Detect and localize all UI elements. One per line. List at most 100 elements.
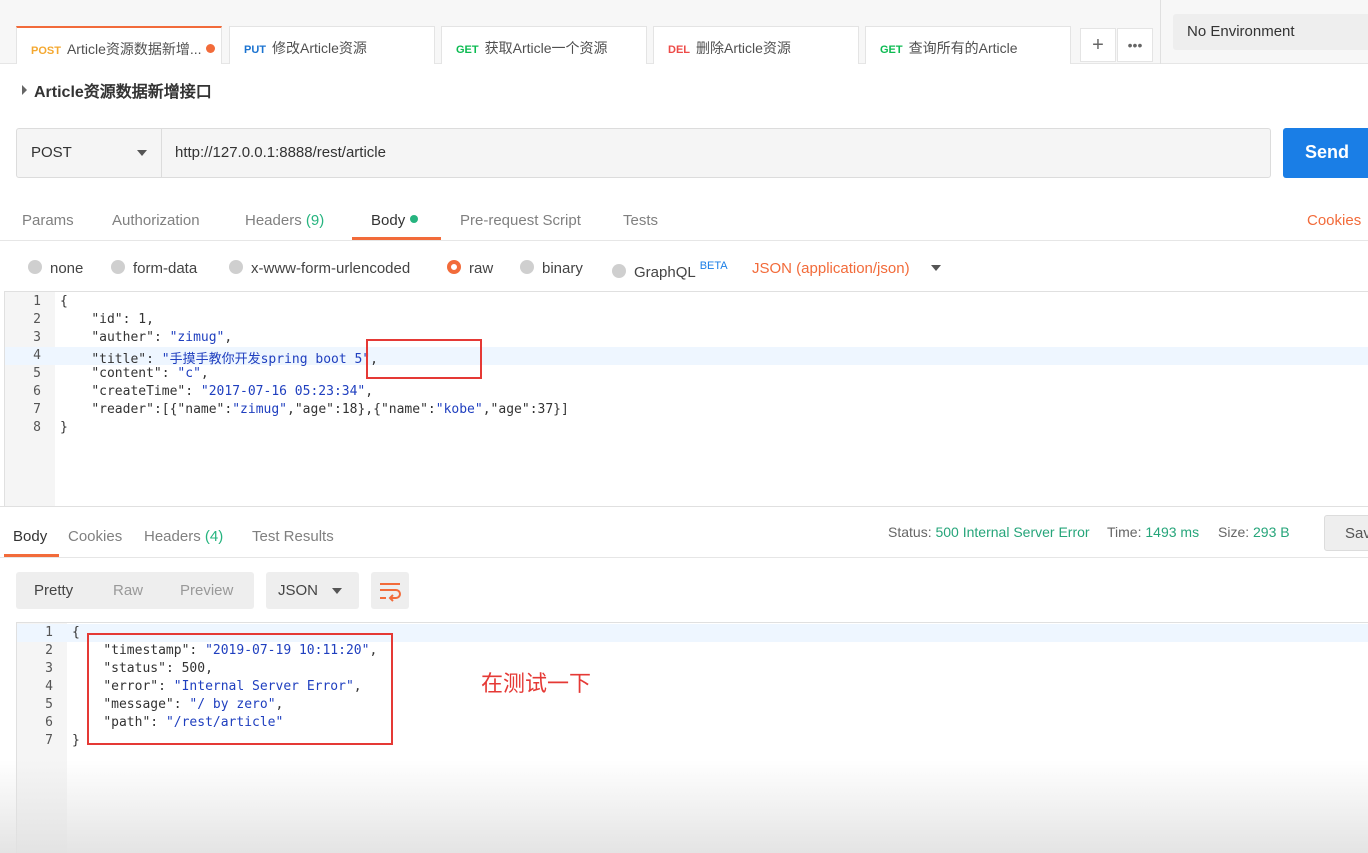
method-badge: GET: [456, 44, 479, 56]
time-label: Time:: [1107, 524, 1142, 540]
save-response-button[interactable]: Sav: [1324, 515, 1368, 551]
line-number: 5: [33, 366, 41, 381]
environment-label: No Environment: [1187, 23, 1295, 40]
content-type-label: JSON (application/json): [752, 260, 910, 277]
size-value: 293 B: [1253, 524, 1290, 540]
url-bar: POST http://127.0.0.1:8888/rest/article: [16, 128, 1271, 178]
tab-label: Article资源数据新增...: [66, 41, 202, 57]
unsaved-dot: [205, 44, 215, 53]
response-tab-cookies[interactable]: Cookies: [68, 528, 122, 545]
line-number: 2: [45, 643, 53, 658]
divider: [0, 557, 1368, 558]
divider: [0, 506, 1368, 507]
radio-graphql[interactable]: GraphQL BETA: [612, 260, 728, 281]
radio-binary[interactable]: binary: [520, 260, 583, 277]
code-line: {: [60, 294, 68, 309]
request-name-text: Article资源数据新增接口: [34, 84, 212, 101]
radio-circle: [520, 260, 534, 274]
tab-body[interactable]: Body: [371, 212, 419, 229]
headers-count: (9): [305, 212, 325, 229]
format-raw[interactable]: Raw: [113, 582, 143, 599]
cookies-link[interactable]: Cookies: [1307, 212, 1361, 229]
radio-label: raw: [469, 260, 494, 277]
line-number: 3: [45, 661, 53, 676]
tab-label: 获取Article一个资源: [484, 40, 608, 56]
divider: [0, 240, 1368, 241]
url-input[interactable]: http://127.0.0.1:8888/rest/article: [175, 144, 386, 161]
tab-authorization[interactable]: Authorization: [112, 212, 200, 229]
more-icon: •••: [1127, 37, 1143, 53]
request-tab-post-article[interactable]: POST Article资源数据新增...: [16, 26, 222, 64]
radio-label: form-data: [133, 260, 198, 277]
method-badge: PUT: [244, 44, 266, 56]
wrap-icon: [380, 583, 401, 602]
line-number: 4: [45, 679, 53, 694]
add-tab-button[interactable]: +: [1080, 28, 1116, 62]
response-language-select[interactable]: JSON: [266, 572, 359, 609]
wrap-lines-button[interactable]: [371, 572, 409, 609]
code-line: "id": 1,: [91, 312, 154, 327]
tab-tests[interactable]: Tests: [623, 212, 658, 229]
line-number: 1: [33, 294, 41, 309]
line-number: 8: [33, 420, 41, 435]
time-readout: Time: 1493 ms: [1107, 524, 1199, 540]
request-name[interactable]: Article资源数据新增接口: [22, 78, 212, 102]
radio-raw[interactable]: raw: [447, 260, 493, 277]
radio-circle: [612, 264, 626, 278]
code-line: }: [72, 733, 80, 748]
send-button[interactable]: Send: [1283, 128, 1368, 178]
line-number: 4: [33, 348, 41, 363]
response-tab-headers[interactable]: Headers (4): [144, 528, 223, 545]
content-type-select[interactable]: JSON (application/json): [752, 260, 910, 277]
request-tab-bar: POST Article资源数据新增... PUT 修改Article资源 GET 获…: [0, 0, 1368, 64]
tab-headers[interactable]: Headers (9): [245, 212, 324, 229]
format-pretty[interactable]: Pretty: [34, 582, 73, 599]
radio-none[interactable]: none: [28, 260, 83, 277]
annotation-text: 在测试一下: [481, 672, 592, 697]
method-select[interactable]: POST: [17, 129, 162, 177]
radio-urlencoded[interactable]: x-www-form-urlencoded: [229, 260, 410, 277]
line-number: 7: [45, 733, 53, 748]
divider: [1160, 0, 1161, 64]
line-number: 3: [33, 330, 41, 345]
more-tabs-button[interactable]: •••: [1117, 28, 1153, 62]
request-tab-put-article[interactable]: PUT 修改Article资源: [229, 26, 435, 64]
code-line: "auther": "zimug",: [91, 330, 233, 345]
response-tab-body[interactable]: Body: [13, 528, 47, 545]
line-number: 6: [33, 384, 41, 399]
format-preview[interactable]: Preview: [180, 582, 233, 599]
chevron-down-icon: [332, 588, 342, 594]
status-readout: Status: 500 Internal Server Error: [888, 524, 1090, 540]
environment-select[interactable]: No Environment: [1173, 14, 1368, 50]
radio-circle-selected: [447, 260, 461, 274]
line-number: 6: [45, 715, 53, 730]
request-body-editor[interactable]: 1 {2 "id": 1, 3 "auther": "zimug", 4 "title…: [4, 291, 1368, 506]
tab-prerequest-script[interactable]: Pre-request Script: [460, 212, 581, 229]
radio-form-data[interactable]: form-data: [111, 260, 197, 277]
time-value: 1493 ms: [1145, 524, 1200, 540]
request-tab-get-all-articles[interactable]: GET 查询所有的Article: [865, 26, 1071, 64]
tab-label: Body: [371, 212, 406, 229]
chevron-down-icon[interactable]: [931, 265, 941, 271]
method-badge: POST: [31, 45, 61, 57]
code-line: }: [60, 420, 68, 435]
radio-label: binary: [542, 260, 583, 277]
request-tab-get-article[interactable]: GET 获取Article一个资源: [441, 26, 647, 64]
tab-label: Headers: [144, 528, 201, 545]
request-tab-delete-article[interactable]: DEL 删除Article资源: [653, 26, 859, 64]
response-tab-test-results[interactable]: Test Results: [252, 528, 334, 545]
method-badge: DEL: [668, 44, 690, 56]
tab-label: 修改Article资源: [272, 40, 367, 56]
size-label: Size:: [1218, 524, 1250, 540]
tab-label: 查询所有的Article: [908, 40, 1018, 56]
plus-icon: +: [1092, 34, 1104, 56]
tab-params[interactable]: Params: [22, 212, 74, 229]
response-format-group: Pretty Raw Preview: [16, 572, 254, 609]
chevron-down-icon: [137, 150, 147, 156]
headers-count: (4): [204, 528, 224, 545]
radio-circle: [111, 260, 125, 274]
radio-label: none: [50, 260, 84, 277]
highlight-box: [87, 633, 393, 745]
beta-badge: BETA: [699, 260, 728, 272]
method-value: POST: [31, 144, 72, 161]
